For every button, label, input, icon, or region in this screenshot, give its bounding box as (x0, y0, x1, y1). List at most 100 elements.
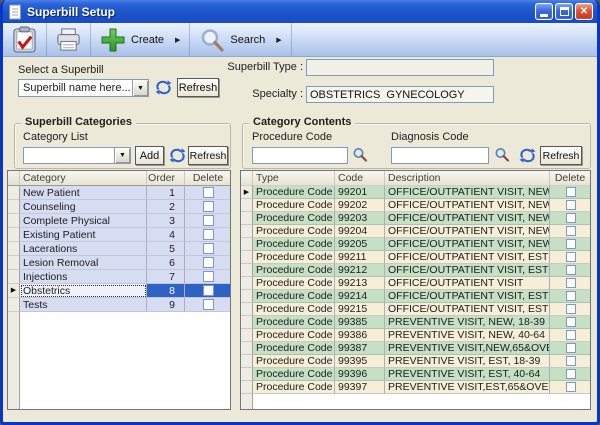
delete-cell[interactable] (550, 381, 591, 394)
order-cell[interactable]: 6 (147, 256, 185, 270)
delete-cell[interactable] (185, 270, 231, 284)
category-list-dropdown[interactable]: ▼ (23, 147, 131, 164)
table-row[interactable]: ▶ Injections 7 (8, 270, 230, 284)
order-cell[interactable]: 3 (147, 214, 185, 228)
description-cell[interactable]: OFFICE/OUTPATIENT VISIT, NEW (385, 212, 550, 225)
delete-cell[interactable] (550, 316, 591, 329)
type-cell[interactable]: Procedure Code (253, 329, 335, 342)
delete-checkbox[interactable] (566, 330, 576, 340)
type-cell[interactable]: Procedure Code (253, 264, 335, 277)
delete-cell[interactable] (550, 212, 591, 225)
delete-checkbox[interactable] (566, 265, 576, 275)
code-cell[interactable]: 99212 (335, 264, 385, 277)
table-row[interactable]: ▶ Procedure Code 99214 OFFICE/OUTPATIENT… (241, 290, 590, 303)
delete-cell[interactable] (185, 242, 231, 256)
superbill-refresh-icon-button[interactable] (154, 80, 172, 96)
table-row[interactable]: ▶ Existing Patient 4 (8, 228, 230, 242)
delete-checkbox[interactable] (566, 317, 576, 327)
table-row[interactable]: ▶ Obstetrics 8 (8, 284, 230, 298)
table-row[interactable]: ▶ Counseling 2 (8, 200, 230, 214)
type-cell[interactable]: Procedure Code (253, 290, 335, 303)
code-cell[interactable]: 99201 (335, 186, 385, 199)
minimize-button[interactable] (535, 3, 553, 20)
delete-checkbox[interactable] (566, 278, 576, 288)
table-row[interactable]: ▶ Procedure Code 99203 OFFICE/OUTPATIENT… (241, 212, 590, 225)
category-cell[interactable]: Tests (20, 298, 147, 312)
procedure-code-input[interactable] (252, 147, 348, 164)
table-row[interactable]: ▶ Lesion Removal 6 (8, 256, 230, 270)
delete-cell[interactable] (550, 329, 591, 342)
description-cell[interactable]: OFFICE/OUTPATIENT VISIT, EST (385, 264, 550, 277)
order-cell[interactable]: 9 (147, 298, 185, 312)
code-cell[interactable]: 99386 (335, 329, 385, 342)
description-cell[interactable]: PREVENTIVE VISIT, EST, 18-39 (385, 355, 550, 368)
category-cell[interactable]: New Patient (20, 186, 147, 200)
search-button[interactable]: Search ▶ (190, 23, 291, 56)
delete-checkbox[interactable] (566, 226, 576, 236)
type-cell[interactable]: Procedure Code (253, 316, 335, 329)
description-cell[interactable]: OFFICE/OUTPATIENT VISIT, EST (385, 290, 550, 303)
delete-cell[interactable] (550, 368, 591, 381)
specialty-field[interactable] (306, 86, 494, 103)
column-header-type[interactable]: Type (253, 171, 335, 186)
description-cell[interactable]: PREVENTIVE VISIT, EST, 40-64 (385, 368, 550, 381)
close-button[interactable]: ✕ (575, 3, 593, 20)
column-header-description[interactable]: Description (385, 171, 550, 186)
category-cell[interactable]: Existing Patient (20, 228, 147, 242)
code-cell[interactable]: 99215 (335, 303, 385, 316)
type-cell[interactable]: Procedure Code (253, 355, 335, 368)
table-row[interactable]: ▶ Procedure Code 99397 PREVENTIVE VISIT,… (241, 381, 590, 394)
superbill-dropdown-arrow-button[interactable]: ▼ (132, 80, 148, 96)
delete-checkbox[interactable] (566, 252, 576, 262)
delete-checkbox[interactable] (566, 382, 576, 392)
delete-checkbox[interactable] (203, 229, 214, 240)
description-cell[interactable]: OFFICE/OUTPATIENT VISIT, NEW (385, 199, 550, 212)
delete-checkbox[interactable] (566, 369, 576, 379)
superbill-dropdown[interactable]: Superbill name here... ▼ (18, 79, 149, 97)
description-cell[interactable]: PREVENTIVE VISIT, NEW, 18-39 (385, 316, 550, 329)
type-cell[interactable]: Procedure Code (253, 199, 335, 212)
code-cell[interactable]: 99205 (335, 238, 385, 251)
order-cell[interactable]: 4 (147, 228, 185, 242)
code-cell[interactable]: 99387 (335, 342, 385, 355)
table-row[interactable]: ▶ Procedure Code 99395 PREVENTIVE VISIT,… (241, 355, 590, 368)
delete-checkbox[interactable] (203, 187, 214, 198)
column-header-order[interactable]: Order (147, 171, 185, 186)
column-header-delete[interactable]: Delete (550, 171, 591, 186)
table-row[interactable]: ▶ Procedure Code 99396 PREVENTIVE VISIT,… (241, 368, 590, 381)
superbill-refresh-button[interactable]: Refresh (177, 78, 219, 97)
delete-checkbox[interactable] (203, 201, 214, 212)
code-cell[interactable]: 99211 (335, 251, 385, 264)
category-cell[interactable]: Injections (20, 270, 147, 284)
create-button[interactable]: Create ▶ (91, 23, 190, 56)
description-cell[interactable]: OFFICE/OUTPATIENT VISIT, EST (385, 251, 550, 264)
type-cell[interactable]: Procedure Code (253, 238, 335, 251)
code-cell[interactable]: 99203 (335, 212, 385, 225)
delete-cell[interactable] (550, 277, 591, 290)
description-cell[interactable]: OFFICE/OUTPATIENT VISIT, EST (385, 303, 550, 316)
table-row[interactable]: ▶ Procedure Code 99201 OFFICE/OUTPATIENT… (241, 186, 590, 199)
delete-checkbox[interactable] (203, 271, 214, 282)
table-row[interactable]: ▶ Procedure Code 99212 OFFICE/OUTPATIENT… (241, 264, 590, 277)
code-cell[interactable]: 99213 (335, 277, 385, 290)
table-row[interactable]: ▶ Procedure Code 99385 PREVENTIVE VISIT,… (241, 316, 590, 329)
description-cell[interactable]: OFFICE/OUTPATIENT VISIT, NEW (385, 238, 550, 251)
type-cell[interactable]: Procedure Code (253, 381, 335, 394)
type-cell[interactable]: Procedure Code (253, 212, 335, 225)
table-row[interactable]: ▶ Procedure Code 99387 PREVENTIVE VISIT,… (241, 342, 590, 355)
delete-cell[interactable] (185, 256, 231, 270)
delete-checkbox[interactable] (203, 285, 214, 296)
delete-checkbox[interactable] (566, 356, 576, 366)
delete-cell[interactable] (550, 290, 591, 303)
column-header-delete[interactable]: Delete (185, 171, 231, 186)
type-cell[interactable]: Procedure Code (253, 342, 335, 355)
table-row[interactable]: ▶ Procedure Code 99215 OFFICE/OUTPATIENT… (241, 303, 590, 316)
delete-cell[interactable] (550, 303, 591, 316)
add-category-button[interactable]: Add (135, 146, 164, 165)
category-cell[interactable]: Obstetrics (20, 284, 147, 298)
delete-cell[interactable] (550, 251, 591, 264)
contents-refresh-icon-button[interactable] (518, 148, 536, 164)
table-row[interactable]: ▶ Procedure Code 99204 OFFICE/OUTPATIENT… (241, 225, 590, 238)
delete-cell[interactable] (550, 355, 591, 368)
delete-checkbox[interactable] (566, 239, 576, 249)
